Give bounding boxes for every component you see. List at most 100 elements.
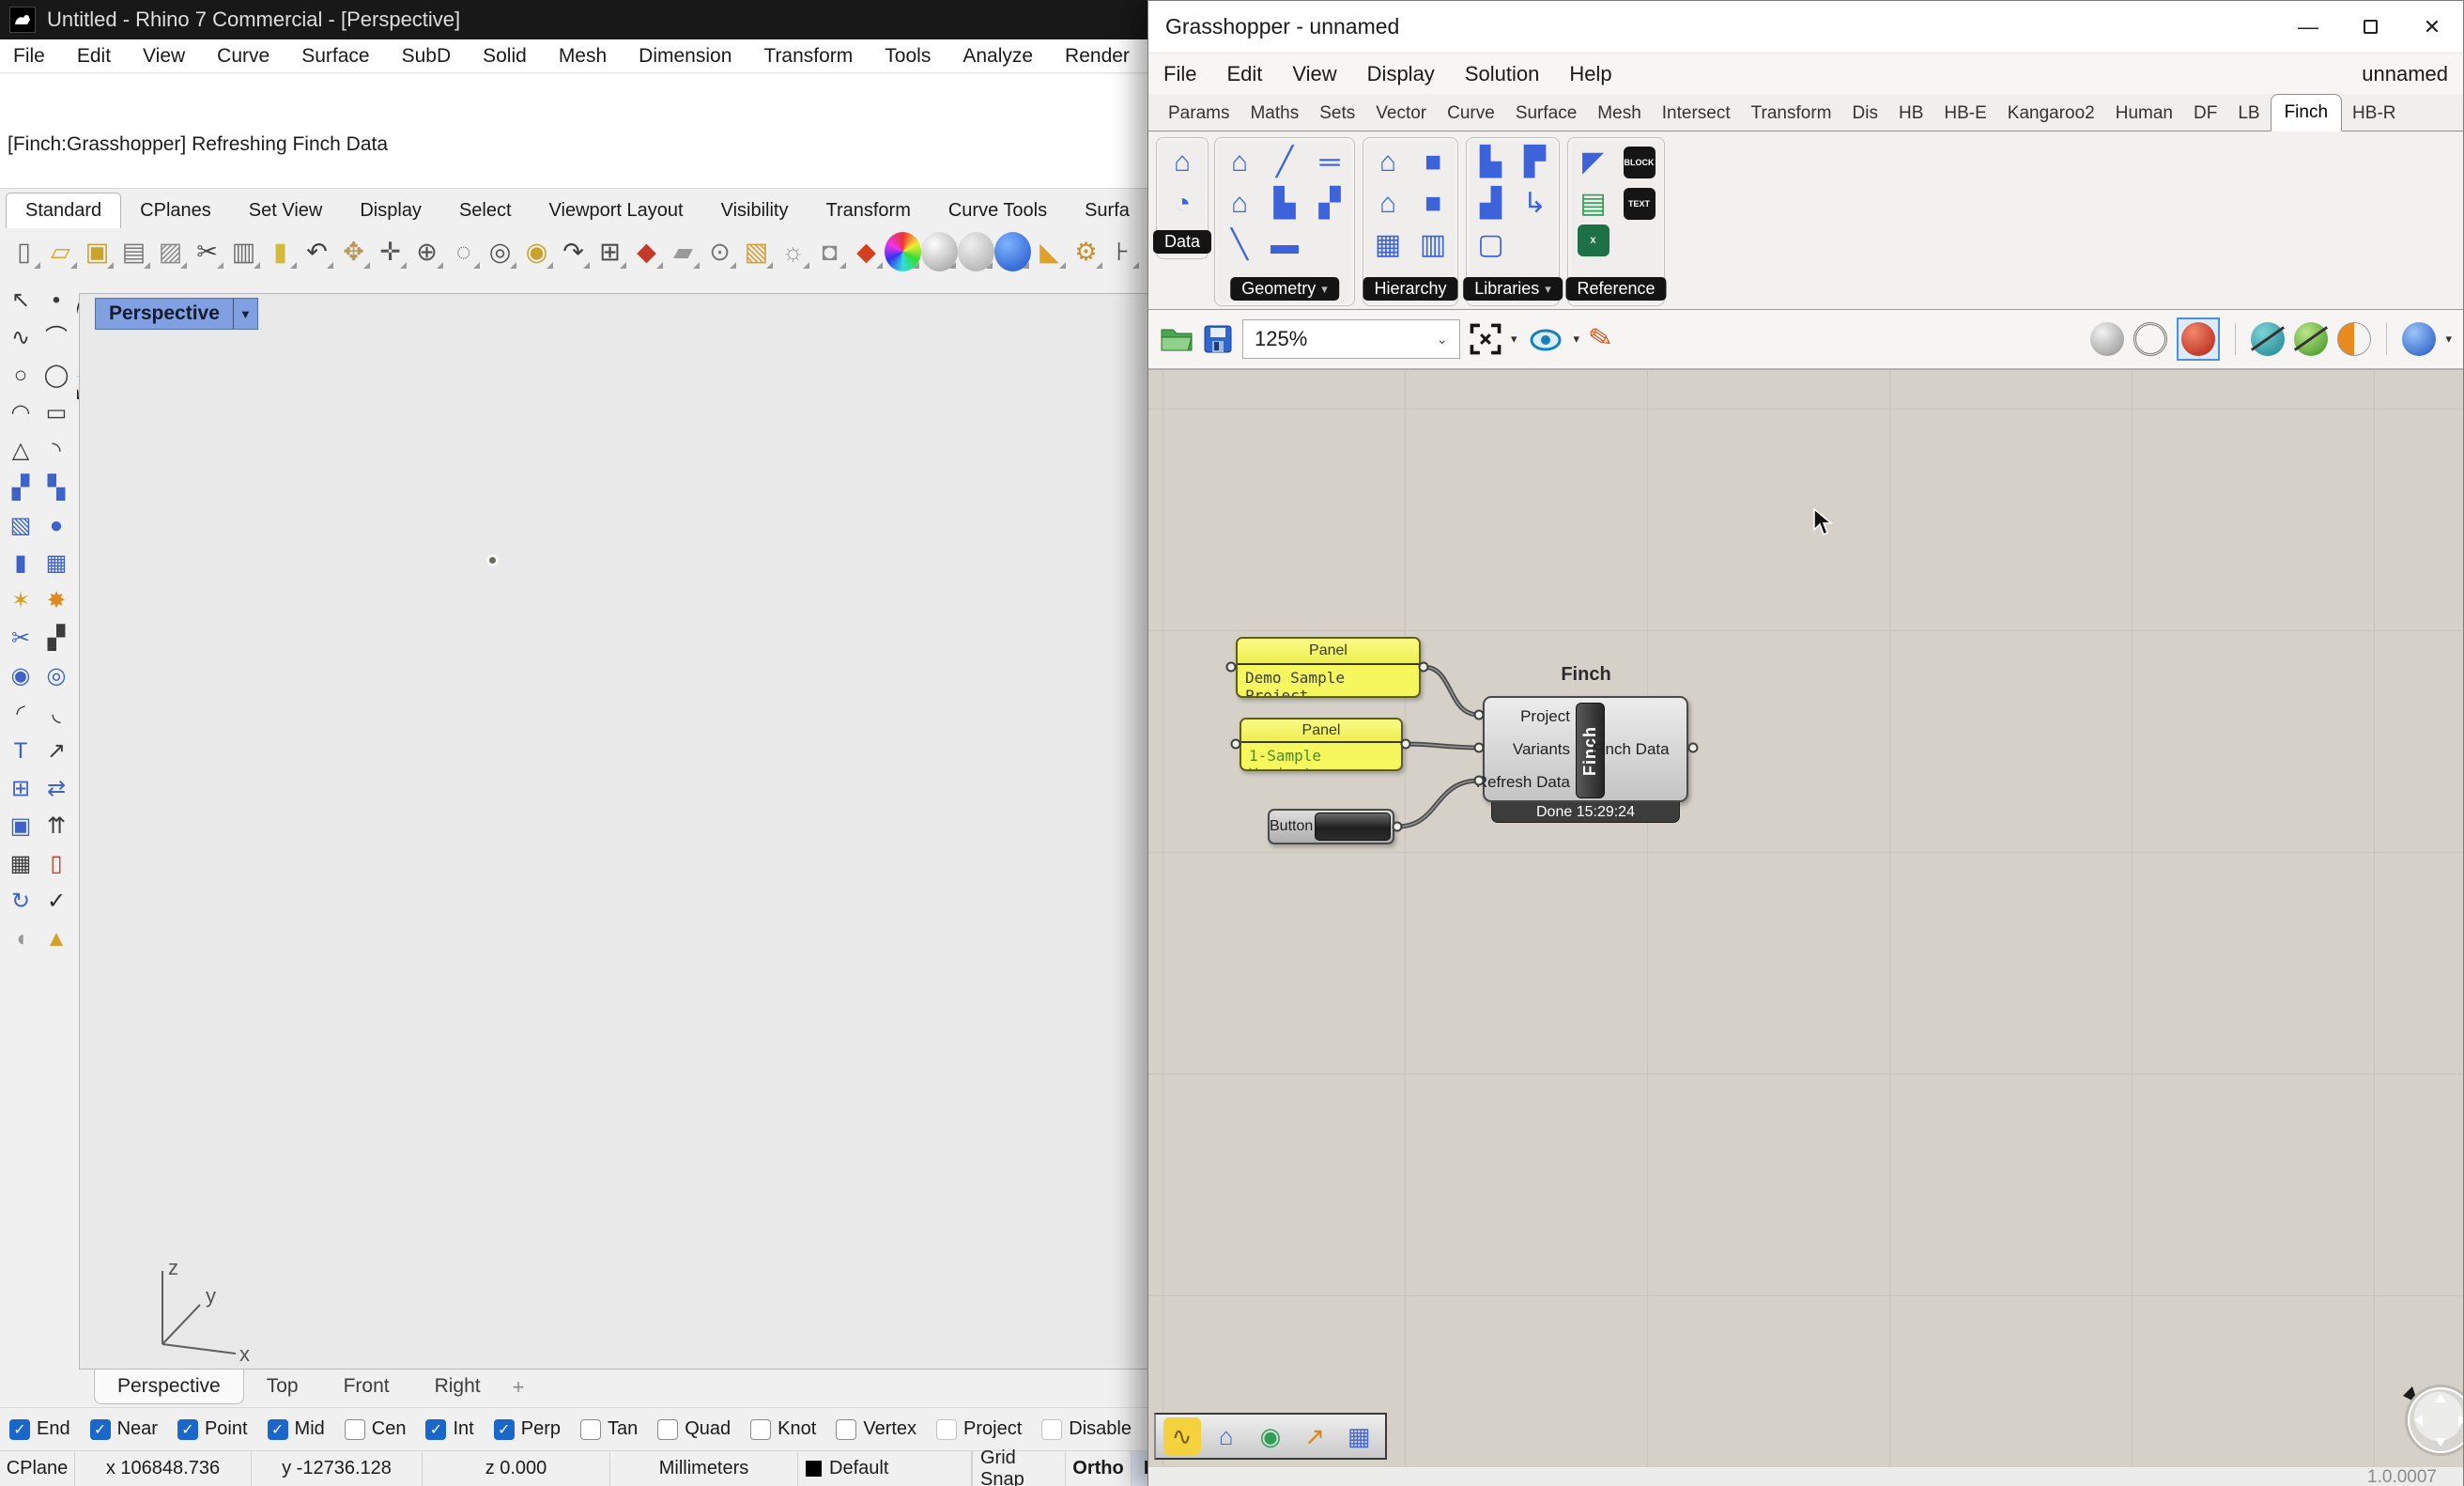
open-file-icon[interactable]: ▱ xyxy=(42,232,79,271)
viewport-dropdown-icon[interactable]: ▼ xyxy=(233,299,257,329)
tab-hb[interactable]: HB xyxy=(1888,97,1933,131)
osnap-checkbox[interactable] xyxy=(1041,1419,1062,1440)
house-up-icon[interactable]: ⌂ xyxy=(1367,183,1409,224)
polyline-tool-icon[interactable]: ∿ xyxy=(3,319,38,357)
preview-widget-icon[interactable]: ◉ xyxy=(1252,1417,1289,1455)
box-tool-icon[interactable]: ▧ xyxy=(3,507,38,545)
plot-up-icon[interactable]: ■ xyxy=(1412,183,1454,224)
tab-surface[interactable]: Surface xyxy=(1505,97,1587,131)
align-tool-icon[interactable]: ⇄ xyxy=(38,770,74,808)
toolbar-tab-set-view[interactable]: Set View xyxy=(230,193,342,228)
tab-curve[interactable]: Curve xyxy=(1437,97,1505,131)
boolean-diff-icon[interactable]: ◎ xyxy=(38,658,74,695)
menu-dimension[interactable]: Dimension xyxy=(639,45,732,68)
finch-input-grip-refresh[interactable] xyxy=(1474,776,1485,786)
osnap-checkbox[interactable] xyxy=(345,1419,365,1440)
osnap-checkbox[interactable] xyxy=(750,1419,771,1440)
toolbar-tab-display[interactable]: Display xyxy=(341,193,440,228)
boolean-union-icon[interactable]: ◉ xyxy=(3,658,38,695)
tab-lb[interactable]: LB xyxy=(2227,97,2270,131)
palette-group-label[interactable]: Libraries▾ xyxy=(1463,277,1563,301)
button-face[interactable] xyxy=(1315,813,1391,841)
rendered-sphere-icon[interactable] xyxy=(994,232,1031,271)
tab-finch[interactable]: Finch xyxy=(2271,94,2342,132)
canvas-compass-widget[interactable] xyxy=(2386,1368,2463,1462)
menu-edit[interactable]: Edit xyxy=(77,45,111,68)
zoom-selected-icon[interactable]: ◉ xyxy=(518,232,555,271)
undo-view-icon[interactable]: ↷ xyxy=(555,232,592,271)
print-icon[interactable]: ▤ xyxy=(116,232,152,271)
properties-icon[interactable]: ▨ xyxy=(152,232,189,271)
select-cursor-icon[interactable]: ↖ xyxy=(3,282,38,319)
palette-group-label[interactable]: Data xyxy=(1153,230,1211,254)
vector-line-icon[interactable]: ╱ xyxy=(1264,142,1305,183)
curve-cp-tool-icon[interactable]: ⌒ xyxy=(38,319,74,357)
tab-dis[interactable]: Dis xyxy=(1842,97,1888,131)
group-tool-icon[interactable]: ⊞ xyxy=(3,770,38,808)
finch-input-variants[interactable]: Variants xyxy=(1513,740,1570,759)
tab-params[interactable]: Params xyxy=(1158,97,1240,131)
viewport-tab-top[interactable]: Top xyxy=(244,1370,321,1403)
toolbar-tab-visibility[interactable]: Visibility xyxy=(702,193,808,228)
maximize-button[interactable] xyxy=(2339,1,2401,53)
osnap-checkbox[interactable] xyxy=(657,1419,678,1440)
panel-component-project[interactable]: Panel Demo Sample Project xyxy=(1236,637,1421,698)
menu-transform[interactable]: Transform xyxy=(763,45,853,68)
osnap-knot[interactable]: Knot xyxy=(750,1418,816,1440)
no-preview-icon[interactable] xyxy=(2090,322,2124,356)
tab-sets[interactable]: Sets xyxy=(1309,97,1365,131)
panel-value[interactable]: Demo Sample Project xyxy=(1238,665,1419,698)
tab-df[interactable]: DF xyxy=(2183,97,2227,131)
finch-input-refresh-data[interactable]: Refresh Data xyxy=(1476,773,1570,792)
remote-definition-icon[interactable] xyxy=(2402,322,2436,356)
tube-tool-icon[interactable]: ◖ xyxy=(3,921,38,958)
move-tool-icon[interactable]: ↗ xyxy=(38,733,74,770)
close-button[interactable]: ✕ xyxy=(2401,1,2463,53)
toolbar-tab-cplanes[interactable]: CPlanes xyxy=(121,193,230,228)
grasshopper-titlebar[interactable]: Grasshopper - unnamed — ✕ xyxy=(1148,1,2463,54)
osnap-quad[interactable]: Quad xyxy=(657,1418,731,1440)
viewport-layout-icon[interactable]: ⊞ xyxy=(592,232,628,271)
pyramid-tool-icon[interactable]: ▲ xyxy=(38,921,74,958)
tab-hb-e[interactable]: HB-E xyxy=(1933,97,1996,131)
osnap-vertex[interactable]: Vertex xyxy=(836,1418,916,1440)
rhino-block-icon[interactable]: BLOCK xyxy=(1624,147,1656,178)
house-icon[interactable]: ⌂ xyxy=(1367,142,1409,183)
grasshopper-canvas[interactable]: Panel Demo Sample Project Panel 1-Sample… xyxy=(1148,370,2463,1466)
car-icon[interactable]: ◆ xyxy=(628,232,665,271)
osnap-checkbox[interactable]: ✓ xyxy=(268,1419,288,1440)
palette-group-label[interactable]: Geometry▾ xyxy=(1230,277,1339,301)
finch-component[interactable]: Project Variants Refresh Data Finch Finc… xyxy=(1483,696,1688,802)
pie-chart-icon[interactable]: ◔ xyxy=(1162,183,1203,224)
panel-output-grip[interactable] xyxy=(1401,739,1411,750)
tab-intersect[interactable]: Intersect xyxy=(1652,97,1741,131)
sheet-icon[interactable]: ▤ xyxy=(1573,183,1614,224)
palette-group-label[interactable]: Reference xyxy=(1565,277,1666,301)
status-cplane[interactable]: CPlane xyxy=(0,1451,75,1486)
pan-hand-icon[interactable]: ✥ xyxy=(335,232,372,271)
lock-icon[interactable]: ◘ xyxy=(811,232,848,271)
plane-icon[interactable]: ▬ xyxy=(1264,224,1305,266)
osnap-checkbox[interactable]: ✓ xyxy=(494,1419,515,1440)
render-icon[interactable]: ◆ xyxy=(848,232,885,271)
menu-mesh[interactable]: Mesh xyxy=(559,45,607,68)
cut-icon[interactable]: ✂ xyxy=(189,232,225,271)
copy-icon[interactable]: ▥ xyxy=(225,232,262,271)
remote-dropdown-icon[interactable]: ▾ xyxy=(2445,332,2452,347)
tab-vector[interactable]: Vector xyxy=(1365,97,1437,131)
gh-menu-file[interactable]: File xyxy=(1163,62,1196,86)
finch-input-grip-project[interactable] xyxy=(1474,710,1485,720)
panel-component-variant[interactable]: Panel 1-Sample Variant xyxy=(1240,718,1403,771)
viewport-tab-perspective[interactable]: Perspective xyxy=(94,1370,244,1404)
fillet-curve-icon[interactable]: ◝ xyxy=(38,432,74,470)
ellipse-tool-icon[interactable]: ◯ xyxy=(38,357,74,395)
sketch-brush-icon[interactable]: ✎ xyxy=(1587,323,1615,355)
path-icon[interactable]: ↳ xyxy=(1515,183,1556,224)
shaded-sphere-icon[interactable] xyxy=(921,232,958,271)
toolbar-tab-curve-tools[interactable]: Curve Tools xyxy=(930,193,1066,228)
status-layer[interactable]: Default xyxy=(798,1451,972,1486)
house-widget-icon[interactable]: ⌂ xyxy=(1208,1417,1245,1455)
tab-mesh[interactable]: Mesh xyxy=(1587,97,1651,131)
hand-up-icon[interactable]: ▟ xyxy=(1471,183,1512,224)
fillet-edge-icon[interactable]: ◜ xyxy=(3,695,38,733)
